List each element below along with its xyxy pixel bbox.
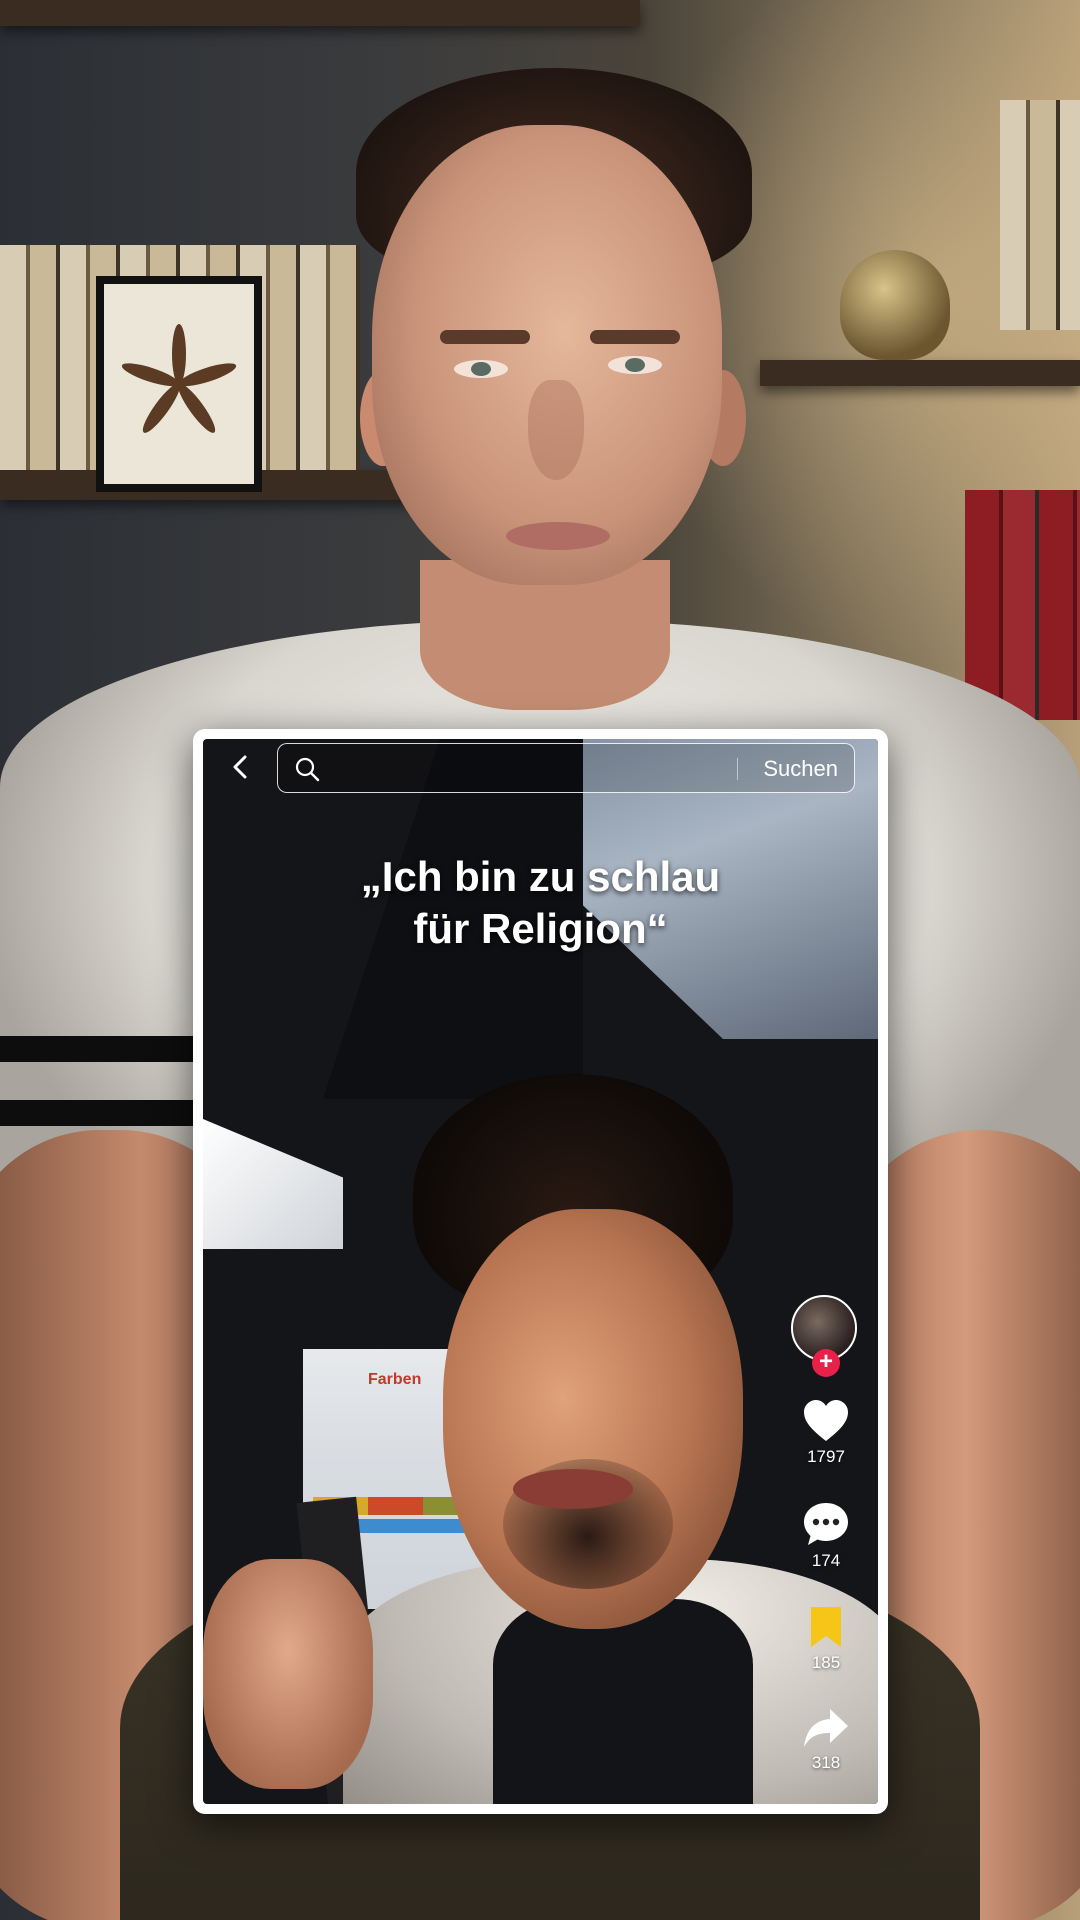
hand — [203, 1559, 373, 1789]
search-input[interactable] — [334, 752, 718, 788]
eyebrow — [590, 330, 680, 344]
tiktok-screenshot-card: Farben Suchen „Ich bin zu schlau für Rel… — [193, 729, 888, 1814]
search-divider — [737, 758, 738, 780]
eye — [454, 360, 508, 378]
comment-icon — [804, 1503, 848, 1545]
action-rail: + 1797 174 185 318 — [786, 1295, 866, 1773]
eyebrow — [440, 330, 530, 344]
bookmark-action[interactable]: 185 — [786, 1605, 866, 1673]
comment-action[interactable]: 174 — [786, 1501, 866, 1571]
bookmark-icon — [811, 1607, 841, 1647]
follow-button[interactable]: + — [812, 1349, 840, 1377]
tripod-bar — [0, 1100, 200, 1126]
caption-line: für Religion“ — [413, 905, 668, 952]
caption-line: „Ich bin zu schlau — [360, 853, 721, 900]
eye — [608, 356, 662, 374]
store-sign: Farben — [368, 1371, 422, 1388]
chevron-left-icon — [233, 755, 247, 779]
back-button[interactable] — [223, 749, 259, 785]
speaker-mouth — [513, 1469, 633, 1509]
face — [372, 125, 722, 585]
like-count: 1797 — [807, 1447, 845, 1466]
share-count: 318 — [811, 1753, 841, 1772]
heart-icon — [804, 1400, 848, 1441]
car-window — [203, 1119, 343, 1249]
share-action[interactable]: 318 — [786, 1707, 866, 1773]
search-icon — [295, 757, 320, 782]
like-action[interactable]: 1797 — [786, 1399, 866, 1467]
comment-count: 174 — [811, 1551, 841, 1570]
video-player[interactable]: Farben Suchen „Ich bin zu schlau für Rel… — [203, 739, 878, 1804]
video-caption: „Ich bin zu schlau für Religion“ — [203, 851, 878, 955]
tripod-bar — [0, 1036, 200, 1062]
bookmark-count: 185 — [811, 1653, 841, 1672]
share-arrow-icon — [804, 1709, 848, 1747]
top-bar: Suchen — [203, 739, 878, 803]
tshirt — [493, 1599, 753, 1804]
creator-avatar-wrap: + — [791, 1295, 861, 1377]
mouth — [506, 522, 610, 550]
nose — [528, 380, 584, 480]
search-submit-button[interactable]: Suchen — [763, 756, 838, 782]
search-bar[interactable]: Suchen — [277, 743, 855, 793]
